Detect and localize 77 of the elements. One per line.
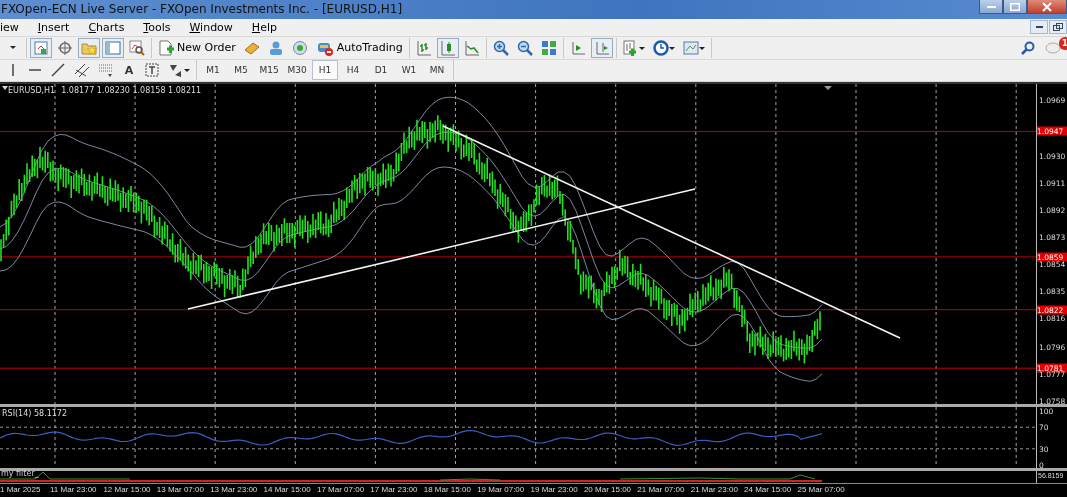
- tile-windows-icon: [540, 39, 557, 56]
- caret-icon: [10, 46, 16, 50]
- triangle-marker-icon: [824, 86, 832, 90]
- zoom-out-icon: [516, 39, 533, 56]
- time-label: 18 Mar 15:00: [423, 484, 472, 496]
- time-label: 1 Mar 2025: [0, 484, 42, 496]
- triangle-icon: [2, 86, 8, 90]
- horizontal-level-lines[interactable]: [0, 130, 1036, 369]
- restore-icon: [1053, 23, 1063, 32]
- search-icon: [1021, 40, 1035, 55]
- time-label: 24 Mar 15:00: [744, 484, 793, 496]
- document-plus-icon: [158, 39, 174, 56]
- timeframe-tab[interactable]: MN: [424, 60, 450, 81]
- horizontal-line-icon: [29, 69, 41, 72]
- timeframe-tab[interactable]: M15: [256, 60, 282, 81]
- candlestick-icon: [439, 39, 456, 56]
- indicator-title: my filter_: [1, 469, 39, 478]
- minimize-button[interactable]: [979, 0, 1003, 14]
- channel-icon: [74, 62, 90, 79]
- bar-chart-icon: [415, 39, 432, 56]
- time-label: 21 Mar 23:00: [690, 484, 739, 496]
- time-label: 25 Mar 07:00: [797, 484, 846, 496]
- time-label: 13 Mar 23:00: [210, 484, 259, 496]
- time-label: 19 Mar 07:00: [477, 484, 526, 496]
- menu-item[interactable]: Help: [251, 20, 286, 34]
- diagonal-line-icon: [50, 62, 66, 79]
- dotted-grid-icon: [98, 62, 114, 79]
- chart-template-icon: [682, 39, 705, 56]
- time-label: 19 Mar 23:00: [530, 484, 579, 496]
- time-label: 20 Mar 15:00: [583, 484, 633, 496]
- new-order-button[interactable]: New Order: [155, 37, 239, 58]
- timeframe-tab[interactable]: W1: [396, 60, 422, 81]
- notification-badge: 1: [1058, 36, 1067, 50]
- indicator-plus-icon: [622, 39, 645, 56]
- menu-item[interactable]: Window: [189, 20, 242, 34]
- timeframe-tab[interactable]: D1: [368, 60, 394, 81]
- line-chart-icon: [463, 39, 480, 56]
- time-label: 21 Mar 07:00: [637, 484, 686, 496]
- maximize-button[interactable]: [1003, 0, 1027, 14]
- trend-lines-drawing[interactable]: [187, 125, 901, 339]
- close-icon: [1042, 1, 1052, 12]
- window-icon: [105, 39, 121, 56]
- ohlc-values: 1.08177 1.08230 1.08158 1.08211: [61, 86, 202, 95]
- chart-plus-icon: [33, 39, 49, 56]
- time-label: 11 Mar 23:00: [50, 484, 98, 496]
- timeframe-tab[interactable]: H1: [312, 60, 338, 81]
- symbol-label: EURUSD,H1: [8, 86, 56, 95]
- window-title: FXOpen-ECN Live Server - FXOpen Investments Inc. - [EURUSD,H1]: [0, 2, 403, 17]
- magnifier-chart-icon: [129, 39, 145, 56]
- autotrading-button[interactable]: AutoTrading: [312, 37, 406, 58]
- minimize-button[interactable]: [1030, 20, 1048, 35]
- zoom-in-icon: [492, 39, 509, 56]
- clock-icon: [652, 39, 675, 56]
- restore-button[interactable]: [1049, 20, 1067, 35]
- menu-item[interactable]: Insert: [37, 20, 79, 34]
- arrows-caret-icon: [168, 62, 190, 79]
- menu-item[interactable]: Tools: [143, 20, 180, 34]
- toolbar-button[interactable]: [436, 37, 459, 58]
- minimize-icon: [1035, 26, 1043, 29]
- timeframe-tab[interactable]: M1: [200, 60, 226, 81]
- maximize-icon: [1010, 2, 1020, 11]
- time-label: 13 Mar 07:00: [156, 484, 205, 496]
- time-label: 17 Mar 07:00: [316, 484, 366, 496]
- text-frame-icon: [144, 62, 160, 79]
- timeframe-tab[interactable]: M5: [228, 60, 254, 81]
- timeframe-tab[interactable]: M30: [284, 60, 310, 81]
- menu-item[interactable]: Charts: [88, 20, 134, 34]
- time-label: 17 Mar 23:00: [370, 484, 419, 496]
- timeframe-tab[interactable]: H4: [340, 60, 366, 81]
- toolbar-button[interactable]: A: [119, 60, 139, 81]
- indicator-title: RSI(14) 58.1172: [2, 409, 68, 418]
- minimize-icon: [986, 5, 996, 8]
- time-label: 14 Mar 15:00: [263, 484, 312, 496]
- menu-item[interactable]: iew: [0, 20, 28, 34]
- close-button[interactable]: [1027, 0, 1067, 14]
- crosshair-icon: [57, 39, 73, 56]
- time-label: 12 Mar 15:00: [103, 484, 152, 496]
